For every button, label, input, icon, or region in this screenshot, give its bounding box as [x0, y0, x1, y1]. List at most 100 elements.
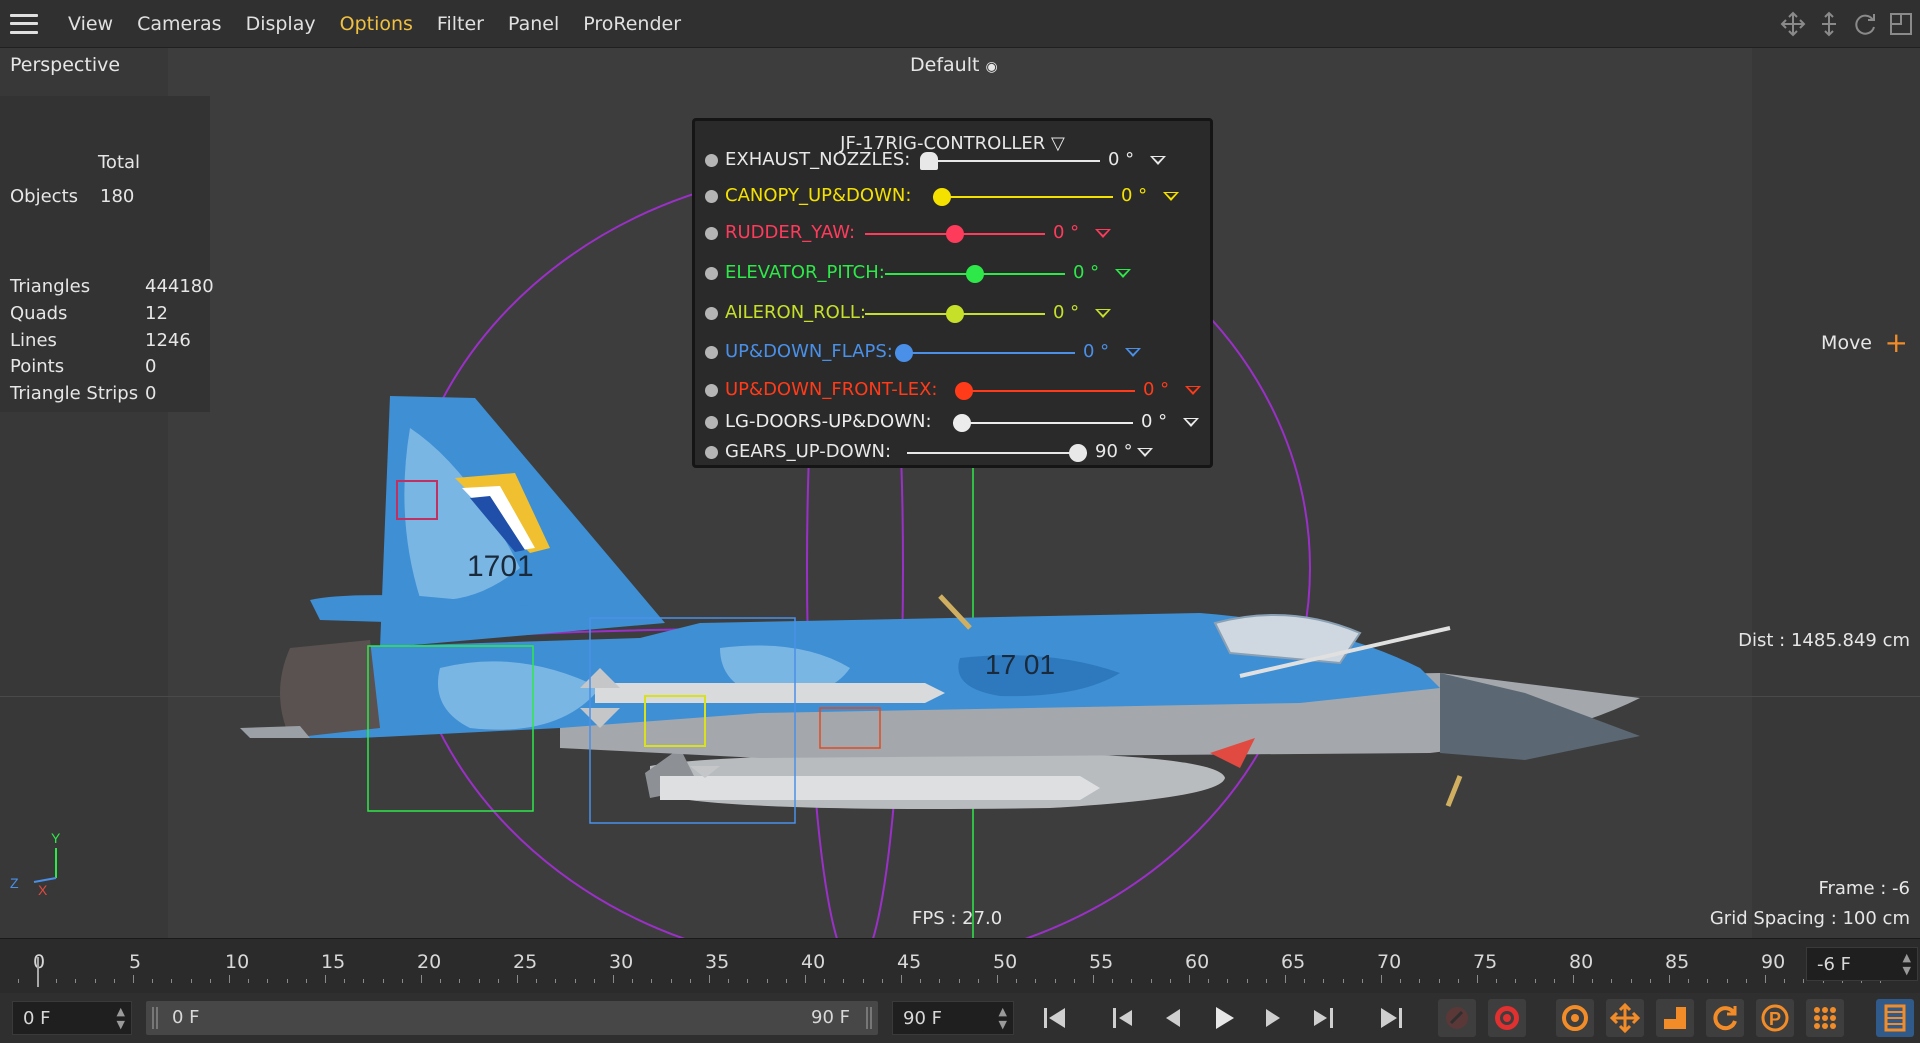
- play-button[interactable]: [1204, 999, 1242, 1037]
- rig-control-slider[interactable]: [953, 422, 1133, 424]
- next-key-button[interactable]: [1304, 999, 1342, 1037]
- rig-control-slider-handle[interactable]: [946, 305, 964, 323]
- rig-control-slider-handle[interactable]: [966, 265, 984, 283]
- rig-control-slider-handle[interactable]: [933, 188, 951, 206]
- toggle-view-icon[interactable]: [1888, 11, 1914, 37]
- menu-cameras[interactable]: Cameras: [125, 13, 233, 35]
- dropdown-triangle-icon[interactable]: [1095, 229, 1111, 238]
- rig-control-dot[interactable]: [705, 384, 718, 397]
- dropdown-triangle-icon[interactable]: [1115, 269, 1131, 278]
- timeline-ruler[interactable]: 0 5 10 15 20 25 30 35 40 45 50 55 60 65 70 75 80 85 90 -6 …: [0, 938, 1920, 993]
- timeline-playhead[interactable]: [37, 957, 39, 987]
- timeline-window-button[interactable]: [1876, 999, 1914, 1037]
- rig-control-slider-handle[interactable]: [895, 344, 913, 362]
- rig-control-value[interactable]: 0 °: [1083, 341, 1109, 362]
- timeline-tick: [651, 979, 653, 983]
- rig-control-dot[interactable]: [705, 190, 718, 203]
- rig-control-dot[interactable]: [705, 446, 718, 459]
- timeline-tick: [497, 979, 499, 983]
- previous-frame-button[interactable]: [1154, 999, 1192, 1037]
- start-frame-field[interactable]: 0 F ▲ ▼: [12, 1001, 132, 1035]
- menu-filter[interactable]: Filter: [425, 13, 496, 35]
- record-button[interactable]: [1488, 999, 1526, 1037]
- timeline-tick: [363, 979, 365, 983]
- record-parameter-button[interactable]: P: [1756, 999, 1794, 1037]
- rig-control-value[interactable]: 0 °: [1141, 411, 1167, 432]
- timeline-tick: [1592, 979, 1594, 983]
- timeline-tick: [958, 979, 960, 983]
- rig-control-slider[interactable]: [895, 352, 1075, 354]
- rig-control-dot[interactable]: [705, 416, 718, 429]
- record-rotation-button[interactable]: [1706, 999, 1744, 1037]
- next-frame-button[interactable]: [1254, 999, 1292, 1037]
- previous-key-icon: [1113, 1008, 1132, 1028]
- spinner-icon[interactable]: ▲ ▼: [117, 1005, 125, 1031]
- dropdown-triangle-icon[interactable]: [1095, 309, 1111, 318]
- menu-display[interactable]: Display: [234, 13, 328, 35]
- dropdown-triangle-icon[interactable]: [1185, 386, 1201, 395]
- rig-control-value[interactable]: 0 °: [1073, 262, 1099, 283]
- rig-control-value[interactable]: 0 °: [1053, 302, 1079, 323]
- viewport-menubar: View Cameras Display Options Filter Pane…: [0, 0, 1920, 48]
- rig-control-slider-handle[interactable]: [920, 152, 938, 170]
- timeline-tick: [1016, 979, 1018, 983]
- record-position-button[interactable]: [1606, 999, 1644, 1037]
- timeline-tick: [478, 979, 480, 983]
- move-view-icon[interactable]: [1780, 11, 1806, 37]
- autokey-button[interactable]: [1438, 999, 1476, 1037]
- menu-view[interactable]: View: [56, 13, 125, 35]
- rig-control-slider[interactable]: [920, 160, 1100, 162]
- rig-control-value[interactable]: 0 °: [1121, 185, 1147, 206]
- frame-range-slider[interactable]: 0 F 90 F: [146, 1001, 878, 1035]
- rig-control-value[interactable]: 0 °: [1143, 379, 1169, 400]
- timeline-tick: [171, 979, 173, 983]
- spinner-icon[interactable]: ▲ ▼: [1903, 951, 1911, 977]
- rig-control-dot[interactable]: [705, 267, 718, 280]
- dropdown-triangle-icon[interactable]: [1137, 448, 1153, 457]
- rig-control-slider-handle[interactable]: [1069, 444, 1087, 462]
- menu-prorender[interactable]: ProRender: [571, 13, 693, 35]
- menu-options[interactable]: Options: [328, 13, 425, 35]
- dropdown-triangle-icon[interactable]: [1125, 348, 1141, 357]
- rig-control-slider[interactable]: [955, 390, 1135, 392]
- rig-control-slider[interactable]: [907, 452, 1087, 454]
- rig-control-slider[interactable]: [933, 196, 1113, 198]
- timeline-tick-label: 10: [225, 951, 250, 973]
- rig-control-value[interactable]: 0 °: [1108, 149, 1134, 170]
- spinner-icon[interactable]: ▲ ▼: [999, 1005, 1007, 1031]
- dropdown-triangle-icon[interactable]: [1163, 192, 1179, 201]
- rig-control-dot[interactable]: [705, 346, 718, 359]
- keyframe-selection-button[interactable]: [1556, 999, 1594, 1037]
- 3d-viewport[interactable]: 1701 17 01 Perspective Default ◉ Total O…: [0, 48, 1920, 938]
- rig-control-dot[interactable]: [705, 227, 718, 240]
- rig-control-value[interactable]: 90 °: [1095, 441, 1133, 462]
- range-start-handle[interactable]: [152, 1007, 158, 1029]
- rig-control-value[interactable]: 0 °: [1053, 222, 1079, 243]
- record-point-level-button[interactable]: [1806, 999, 1844, 1037]
- dolly-view-icon[interactable]: [1816, 11, 1842, 37]
- rig-control-slider-handle[interactable]: [946, 225, 964, 243]
- record-point-level-icon: [1814, 1007, 1836, 1029]
- range-end-handle[interactable]: [866, 1007, 872, 1029]
- timeline-tick: [190, 979, 192, 983]
- go-to-start-button[interactable]: [1036, 999, 1074, 1037]
- timeline-tick: [1304, 979, 1306, 983]
- dropdown-triangle-icon[interactable]: [1150, 156, 1166, 165]
- rotate-view-icon[interactable]: [1852, 11, 1878, 37]
- timeline-tick: [1669, 975, 1670, 983]
- rig-control-slider-handle[interactable]: [955, 382, 973, 400]
- record-parameter-icon: P: [1761, 1004, 1789, 1032]
- rig-control-dot[interactable]: [705, 307, 718, 320]
- timeline-tick: [267, 979, 269, 983]
- camera-label[interactable]: Default ◉: [910, 54, 998, 76]
- dropdown-triangle-icon[interactable]: [1183, 418, 1199, 427]
- rig-control-slider-handle[interactable]: [953, 414, 971, 432]
- rig-control-dot[interactable]: [705, 154, 718, 167]
- go-to-end-button[interactable]: [1372, 999, 1410, 1037]
- record-scale-button[interactable]: [1656, 999, 1694, 1037]
- end-frame-field[interactable]: 90 F ▲ ▼: [892, 1001, 1014, 1035]
- current-frame-field[interactable]: -6 F ▲ ▼: [1806, 947, 1918, 981]
- previous-key-button[interactable]: [1104, 999, 1142, 1037]
- hamburger-menu-icon[interactable]: [10, 13, 38, 34]
- menu-panel[interactable]: Panel: [496, 13, 571, 35]
